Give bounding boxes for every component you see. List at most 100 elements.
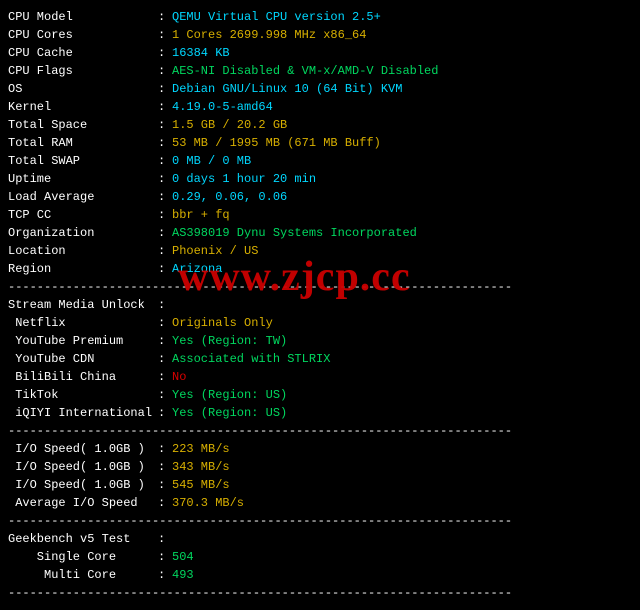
stream-value: No bbox=[172, 368, 186, 386]
sysinfo-value: 0 days 1 hour 20 min bbox=[172, 170, 316, 188]
sysinfo-value: Debian GNU/Linux 10 (64 Bit) KVM bbox=[172, 80, 402, 98]
colon: : bbox=[158, 44, 172, 62]
stream-label: iQIYI International bbox=[8, 404, 158, 422]
divider: ----------------------------------------… bbox=[8, 584, 632, 602]
io-value: 545 MB/s bbox=[172, 476, 230, 494]
sysinfo-label: Load Average bbox=[8, 188, 158, 206]
sysinfo-row: Location:Phoenix / US bbox=[8, 242, 632, 260]
geekbench-value: 504 bbox=[172, 548, 194, 566]
sysinfo-value: QEMU Virtual CPU version 2.5+ bbox=[172, 8, 381, 26]
geekbench-label: Single Core bbox=[8, 548, 158, 566]
colon: : bbox=[158, 188, 172, 206]
stream-row: TikTok:Yes (Region: US) bbox=[8, 386, 632, 404]
colon: : bbox=[158, 206, 172, 224]
colon: : bbox=[158, 26, 172, 44]
colon: : bbox=[158, 8, 172, 26]
sysinfo-value: AS398019 Dynu Systems Incorporated bbox=[172, 224, 417, 242]
sysinfo-value: AES-NI Disabled & VM-x/AMD-V Disabled bbox=[172, 62, 438, 80]
geekbench-row: Single Core:504 bbox=[8, 548, 632, 566]
sysinfo-value: Arizona bbox=[172, 260, 222, 278]
sysinfo-label: Total Space bbox=[8, 116, 158, 134]
geekbench-header: Geekbench v5 Test bbox=[8, 530, 158, 548]
stream-row: iQIYI International:Yes (Region: US) bbox=[8, 404, 632, 422]
divider: ----------------------------------------… bbox=[8, 512, 632, 530]
colon: : bbox=[158, 350, 172, 368]
io-value: 343 MB/s bbox=[172, 458, 230, 476]
sysinfo-value: 1 Cores 2699.998 MHz x86_64 bbox=[172, 26, 366, 44]
colon: : bbox=[158, 386, 172, 404]
sysinfo-value: Phoenix / US bbox=[172, 242, 258, 260]
sysinfo-label: Total RAM bbox=[8, 134, 158, 152]
io-row: I/O Speed( 1.0GB ):545 MB/s bbox=[8, 476, 632, 494]
sysinfo-value: 4.19.0-5-amd64 bbox=[172, 98, 273, 116]
stream-value: Yes (Region: US) bbox=[172, 386, 287, 404]
stream-value: Associated with STLRIX bbox=[172, 350, 330, 368]
colon: : bbox=[158, 116, 172, 134]
sysinfo-label: CPU Flags bbox=[8, 62, 158, 80]
sysinfo-row: Load Average:0.29, 0.06, 0.06 bbox=[8, 188, 632, 206]
colon: : bbox=[158, 458, 172, 476]
colon: : bbox=[158, 152, 172, 170]
io-label: I/O Speed( 1.0GB ) bbox=[8, 440, 158, 458]
stream-label: TikTok bbox=[8, 386, 158, 404]
sysinfo-label: OS bbox=[8, 80, 158, 98]
sysinfo-label: Kernel bbox=[8, 98, 158, 116]
io-row: I/O Speed( 1.0GB ):343 MB/s bbox=[8, 458, 632, 476]
sysinfo-value: 0 MB / 0 MB bbox=[172, 152, 251, 170]
sysinfo-label: CPU Model bbox=[8, 8, 158, 26]
colon: : bbox=[158, 80, 172, 98]
sysinfo-value: 1.5 GB / 20.2 GB bbox=[172, 116, 287, 134]
stream-row: YouTube CDN:Associated with STLRIX bbox=[8, 350, 632, 368]
geekbench-header-row: Geekbench v5 Test: bbox=[8, 530, 632, 548]
sysinfo-row: Region:Arizona bbox=[8, 260, 632, 278]
colon: : bbox=[158, 98, 172, 116]
sysinfo-label: Location bbox=[8, 242, 158, 260]
sysinfo-row: Total Space:1.5 GB / 20.2 GB bbox=[8, 116, 632, 134]
sysinfo-row: Uptime:0 days 1 hour 20 min bbox=[8, 170, 632, 188]
colon: : bbox=[158, 242, 172, 260]
stream-header-row: Stream Media Unlock: bbox=[8, 296, 632, 314]
sysinfo-row: Total RAM:53 MB / 1995 MB (671 MB Buff) bbox=[8, 134, 632, 152]
sysinfo-value: 16384 KB bbox=[172, 44, 230, 62]
stream-label: YouTube Premium bbox=[8, 332, 158, 350]
io-row: I/O Speed( 1.0GB ):223 MB/s bbox=[8, 440, 632, 458]
stream-value: Yes (Region: TW) bbox=[172, 332, 287, 350]
colon: : bbox=[158, 62, 172, 80]
sysinfo-row: CPU Cache:16384 KB bbox=[8, 44, 632, 62]
io-label: Average I/O Speed bbox=[8, 494, 158, 512]
geekbench-row: Multi Core:493 bbox=[8, 566, 632, 584]
io-label: I/O Speed( 1.0GB ) bbox=[8, 476, 158, 494]
stream-row: Netflix:Originals Only bbox=[8, 314, 632, 332]
colon: : bbox=[158, 494, 172, 512]
colon: : bbox=[158, 332, 172, 350]
sysinfo-label: Organization bbox=[8, 224, 158, 242]
sysinfo-row: Organization:AS398019 Dynu Systems Incor… bbox=[8, 224, 632, 242]
sysinfo-label: Uptime bbox=[8, 170, 158, 188]
colon: : bbox=[158, 224, 172, 242]
sysinfo-value: 53 MB / 1995 MB (671 MB Buff) bbox=[172, 134, 381, 152]
sysinfo-row: TCP CC:bbr + fq bbox=[8, 206, 632, 224]
sysinfo-row: CPU Cores:1 Cores 2699.998 MHz x86_64 bbox=[8, 26, 632, 44]
sysinfo-label: Total SWAP bbox=[8, 152, 158, 170]
colon: : bbox=[158, 548, 172, 566]
geekbench-label: Multi Core bbox=[8, 566, 158, 584]
sysinfo-value: bbr + fq bbox=[172, 206, 230, 224]
stream-label: Netflix bbox=[8, 314, 158, 332]
divider: ----------------------------------------… bbox=[8, 422, 632, 440]
stream-label: YouTube CDN bbox=[8, 350, 158, 368]
sysinfo-label: CPU Cores bbox=[8, 26, 158, 44]
terminal-output: CPU Model:QEMU Virtual CPU version 2.5+C… bbox=[8, 8, 632, 602]
colon: : bbox=[158, 134, 172, 152]
io-value: 223 MB/s bbox=[172, 440, 230, 458]
sysinfo-row: Kernel:4.19.0-5-amd64 bbox=[8, 98, 632, 116]
sysinfo-row: OS:Debian GNU/Linux 10 (64 Bit) KVM bbox=[8, 80, 632, 98]
stream-value: Yes (Region: US) bbox=[172, 404, 287, 422]
colon: : bbox=[158, 170, 172, 188]
stream-row: YouTube Premium:Yes (Region: TW) bbox=[8, 332, 632, 350]
sysinfo-label: CPU Cache bbox=[8, 44, 158, 62]
sysinfo-label: Region bbox=[8, 260, 158, 278]
colon: : bbox=[158, 368, 172, 386]
colon: : bbox=[158, 566, 172, 584]
colon: : bbox=[158, 314, 172, 332]
geekbench-value: 493 bbox=[172, 566, 194, 584]
